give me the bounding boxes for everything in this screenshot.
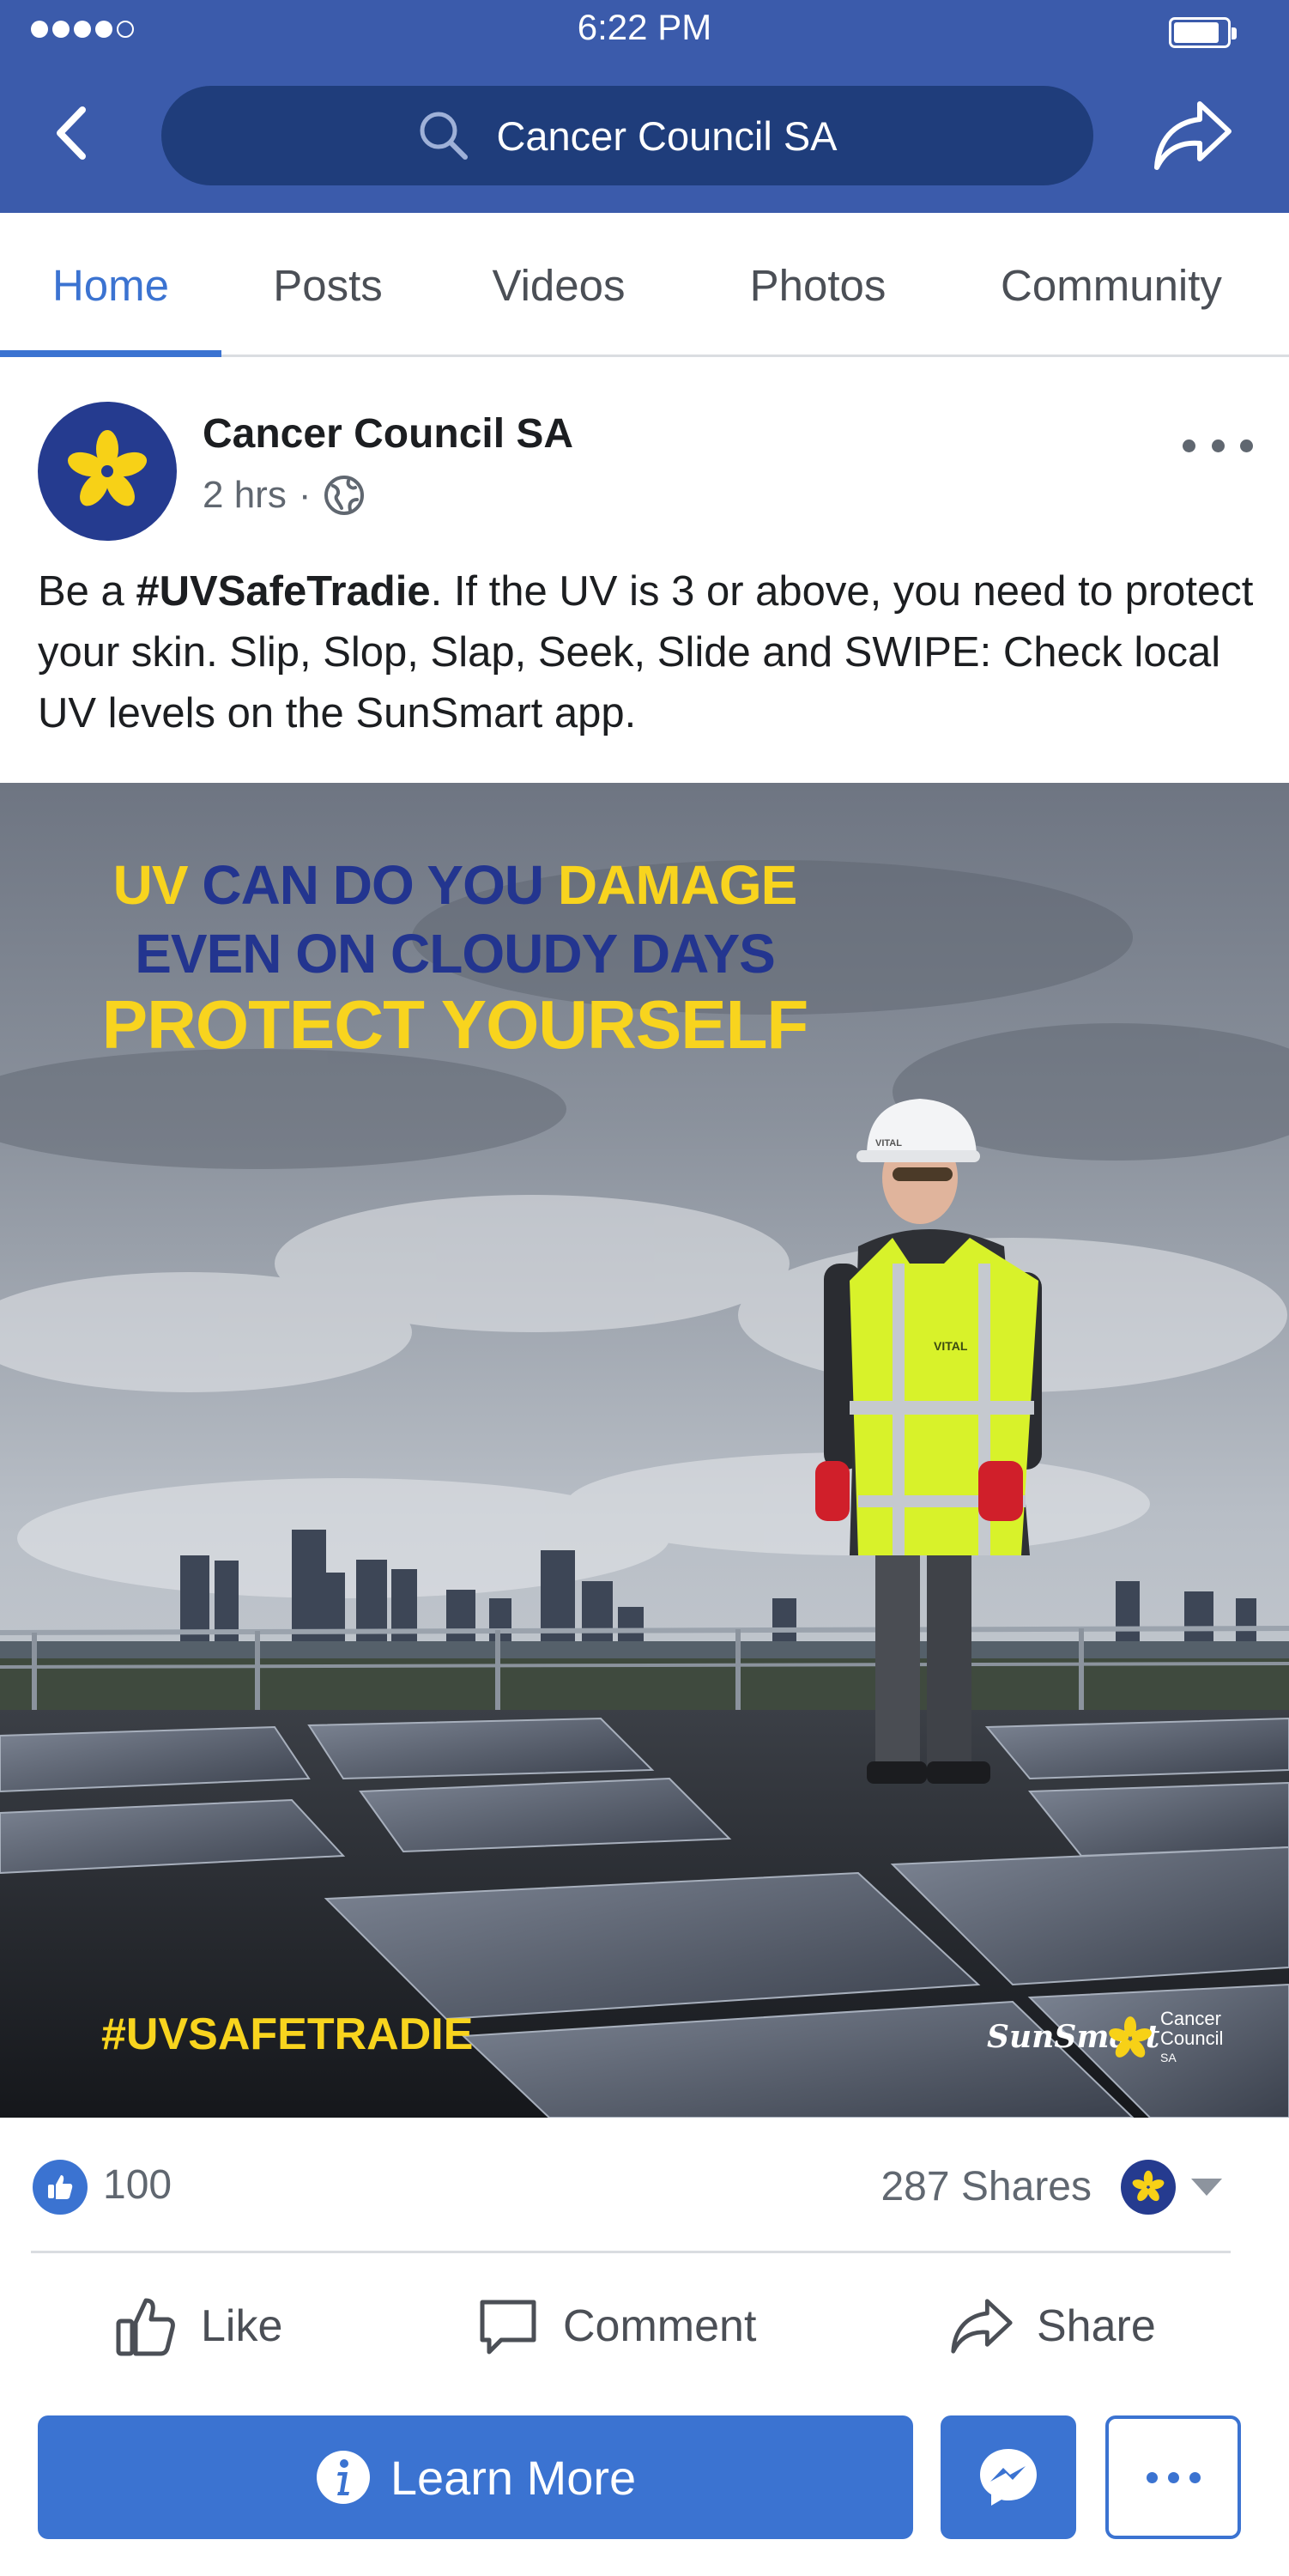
page-tabs: Home Posts Videos Photos Community [0,213,1289,357]
ad-headline-line2: EVEN ON CLOUDY DAYS [135,923,776,985]
top-navigation-bar: 6:22 PM Cancer Council SA [0,0,1289,213]
post-text: Be a #UVSafeTradie. If the UV is 3 or ab… [38,561,1256,744]
learn-more-button[interactable]: Learn More [38,2415,913,2539]
dot [1167,2471,1179,2483]
battery-icon [1169,17,1237,48]
more-options-button[interactable] [1105,2415,1241,2539]
tab-home[interactable]: Home [0,213,221,357]
helmet-text: VITAL [875,1138,902,1149]
cancer-council-logo: Cancer Council SA [1107,2009,1223,2068]
post-time[interactable]: 2 hrs [203,474,287,517]
tab-community[interactable]: Community [968,213,1255,357]
back-chevron-icon [57,106,86,160]
messenger-icon [980,2449,1037,2506]
image-hashtag: #UVSAFETRADIE [101,2009,474,2059]
thumbs-up-icon [48,2175,73,2199]
meta-separator: · [298,474,312,516]
share-page-button[interactable] [1150,93,1236,179]
messenger-button[interactable] [941,2415,1076,2539]
dot [1189,2471,1201,2483]
page-avatar[interactable] [38,402,177,541]
shares-count[interactable]: 287 Shares [881,2163,1092,2210]
active-tab-indicator [0,350,221,357]
dot [1211,439,1225,452]
globe-icon [324,476,365,515]
daffodil-logo-icon [67,430,148,506]
post-options-button[interactable] [1183,431,1253,460]
acting-as-avatar[interactable] [1121,2160,1176,2215]
ad-headline-line1: UV CAN DO YOU DAMAGE [112,854,798,916]
cc-logo-text: Cancer Council SA [1160,2008,1224,2064]
like-count[interactable]: 100 [103,2161,172,2209]
comment-bubble-icon [480,2300,536,2355]
ad-headline-line3: PROTECT YOURSELF [101,986,809,1063]
caret-down-icon[interactable] [1191,2179,1222,2196]
back-button[interactable] [45,99,96,167]
post-image[interactable]: UV CAN DO YOU DAMAGE EVEN ON CLOUDY DAYS… [0,783,1289,2118]
status-time: 6:22 PM [577,7,712,47]
share-label: Share [1037,2301,1156,2351]
like-label: Like [201,2301,283,2351]
post-hashtag-link[interactable]: #UVSafeTradie [136,568,430,615]
search-text: Cancer Council SA [496,112,838,159]
tab-photos[interactable]: Photos [719,213,917,357]
share-button[interactable]: Share [949,2283,1156,2369]
learn-more-label: Learn More [390,2450,637,2505]
search-icon [420,112,469,160]
tab-posts[interactable]: Posts [239,213,417,357]
post-text-prefix: Be a [38,568,136,615]
daffodil-logo-icon [1109,2015,1152,2058]
dot [1146,2471,1158,2483]
dot [1240,439,1253,452]
status-bar: 6:22 PM [0,0,1289,60]
comment-label: Comment [563,2301,757,2351]
search-bar[interactable]: Cancer Council SA [161,86,1093,185]
dot [1183,439,1195,452]
tab-videos[interactable]: Videos [460,213,657,357]
share-arrow-icon [1154,101,1232,170]
like-button[interactable]: Like [113,2283,282,2369]
post-meta: 2 hrs · [203,474,366,517]
divider [31,2251,1231,2253]
like-reaction-icon[interactable] [33,2160,88,2215]
info-icon [316,2451,370,2504]
comment-button[interactable]: Comment [475,2283,756,2369]
vest-text: VITAL [934,1339,968,1353]
thumbs-up-outline-icon [116,2298,175,2356]
daffodil-logo-icon [1132,2170,1165,2202]
share-arrow-icon [951,2299,1013,2354]
page-name[interactable]: Cancer Council SA [203,410,573,458]
